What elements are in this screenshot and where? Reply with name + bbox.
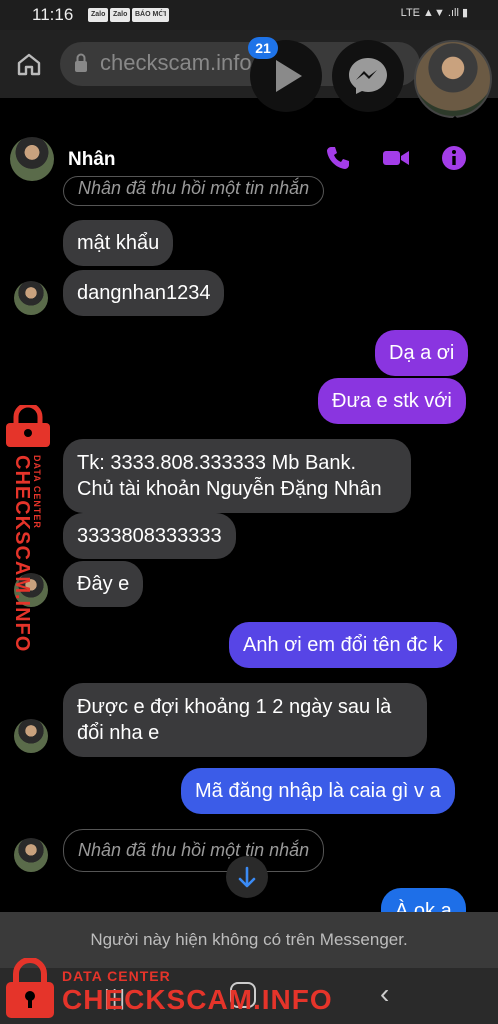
message-bubble-in[interactable]: mật khẩu xyxy=(63,220,174,266)
status-time: 11:16 xyxy=(32,5,74,24)
avatar[interactable] xyxy=(10,137,54,181)
message-bubble-in[interactable]: Tk: 3333.808.333333 Mb Bank. Chủ tài kho… xyxy=(63,439,411,513)
recalled-message: Nhân đã thu hồi một tin nhắn xyxy=(63,829,325,872)
url-text[interactable]: checkscam.info xyxy=(100,50,252,76)
status-bar: 11:16 Zalo Zalo BÁO MỚI • LTE ▲▼ .ıll ▮ xyxy=(0,0,498,30)
avatar[interactable] xyxy=(14,838,48,872)
message-bubble-in[interactable]: Được e đợi khoảng 1 2 ngày sau là đổi nh… xyxy=(63,683,427,757)
watermark-lock-logo xyxy=(6,958,54,1018)
message-line: Tk: 3333.808.333333 Mb Bank. xyxy=(77,452,357,474)
contact-chat-head-avatar[interactable] xyxy=(414,40,492,118)
message-bubble-in[interactable]: dangnhan1234 xyxy=(63,270,225,316)
watermark-lock-logo xyxy=(6,405,50,447)
video-camera-icon[interactable] xyxy=(382,144,410,172)
watermark-side-text: CHECKSCAM.INFO xyxy=(11,455,33,653)
arrow-down-icon xyxy=(238,866,256,888)
home-icon[interactable] xyxy=(16,52,42,76)
unavailable-notice: Người này hiện không có trên Messenger. xyxy=(0,912,498,968)
chat-window: Nhân Nhân đã thu hồi một tin nhắn mật kh… xyxy=(2,124,496,914)
info-icon[interactable] xyxy=(440,144,468,172)
notification-dot-icon: • xyxy=(160,5,165,21)
avatar[interactable] xyxy=(14,281,48,315)
contact-name[interactable]: Nhân xyxy=(68,149,116,171)
scroll-to-bottom-button[interactable] xyxy=(226,856,268,898)
messenger-icon xyxy=(349,58,387,94)
message-bubble-in[interactable]: 3333808333333 xyxy=(63,513,236,559)
zalo-app-icon: Zalo xyxy=(88,8,109,22)
signal-battery-icon: LTE ▲▼ .ıll ▮ xyxy=(400,7,468,19)
watermark-side-small: DATA CENTER xyxy=(32,455,42,529)
messenger-chat-head[interactable] xyxy=(332,40,404,112)
lock-icon xyxy=(75,53,87,72)
recalled-message: Nhân đã thu hồi một tin nhắn xyxy=(63,176,325,206)
phone-icon[interactable] xyxy=(324,144,352,172)
message-bubble-out[interactable]: Anh ơi em đổi tên đc k xyxy=(229,622,457,668)
message-line: đổi nha e xyxy=(77,722,160,744)
message-bubble-out[interactable]: À ok a xyxy=(381,888,466,914)
avatar[interactable] xyxy=(14,719,48,753)
message-bubble-out[interactable]: Dạ a ơi xyxy=(375,330,469,376)
message-line: Chủ tài khoản Nguyễn Đặng Nhân xyxy=(77,478,382,500)
watermark-bottom-small: DATA CENTER xyxy=(62,968,171,984)
message-bubble-in[interactable]: Đây e xyxy=(63,561,144,607)
message-bubble-out[interactable]: Đưa e stk với xyxy=(318,378,466,424)
zalo-app-icon: Zalo xyxy=(110,8,131,22)
back-icon[interactable]: ‹ xyxy=(380,978,389,1010)
message-line: Được e đợi khoảng 1 2 ngày sau là xyxy=(77,696,392,718)
watermark-bottom-big: CHECKSCAM.INFO xyxy=(62,984,333,1015)
unread-badge: 21 xyxy=(248,37,278,59)
message-bubble-out[interactable]: Mã đăng nhập là caia gì v a xyxy=(181,768,455,814)
